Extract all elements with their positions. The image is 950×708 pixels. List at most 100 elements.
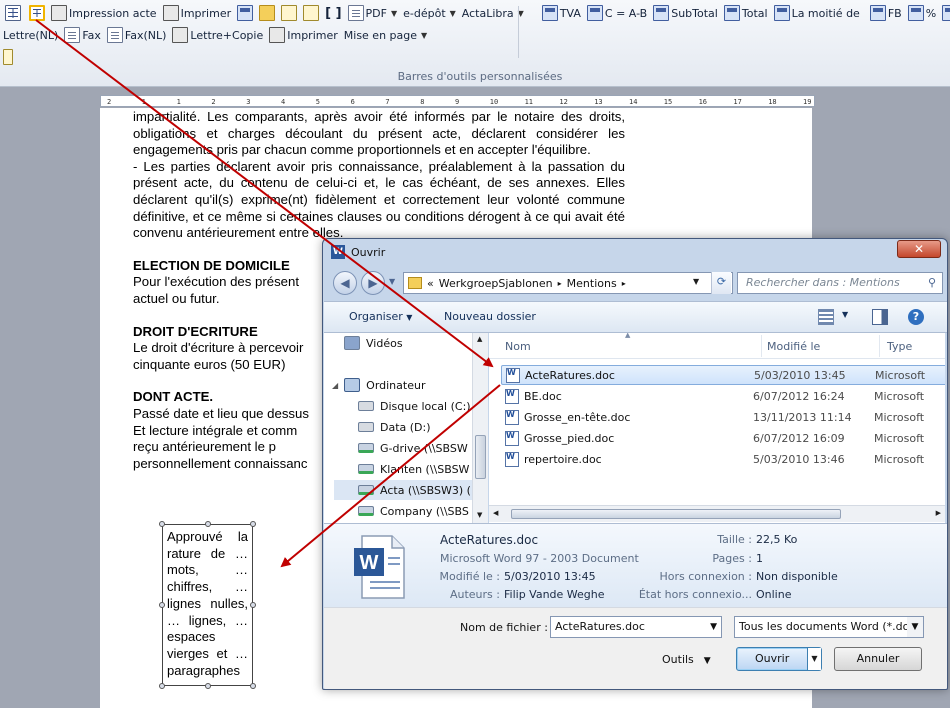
tools-button[interactable]: Outils ▼ [662,653,711,666]
forward-button[interactable]: ▶ [361,271,385,295]
fax-nl-button[interactable]: Fax(NL) [104,26,170,45]
nav-item-g-drive[interactable]: G-drive (\\SBSW [358,438,468,458]
actalibra-button[interactable]: ActaLibra ▼ [459,4,527,23]
breadcrumb-overflow[interactable]: « [427,277,434,290]
impression-acte-button[interactable]: Impression acte [48,4,160,23]
column-name[interactable]: Nom [505,340,531,353]
chevron-down-icon: ▼ [421,30,428,40]
filetype-select[interactable]: Tous les documents Word (*.do ▼ [734,616,924,638]
resize-handle[interactable] [159,602,165,608]
column-modified[interactable]: Modifié le [767,340,820,353]
brackets-button[interactable]: [ ] [322,4,344,23]
calculator-icon [942,5,950,21]
expand-icon[interactable]: ◢ [332,381,338,390]
pdf-button[interactable]: PDF ▼ [345,4,401,23]
breadcrumb-mentions[interactable]: Mentions [567,277,617,290]
horizontal-scroll-thumb[interactable] [511,509,841,519]
column-separator[interactable] [879,335,880,357]
printer-icon [51,5,67,21]
nav-item-ordinateur[interactable]: ◢ Ordinateur [332,375,425,395]
column-type[interactable]: Type [887,340,912,353]
address-dropdown-icon[interactable]: ▼ [693,277,699,286]
lettre-nl-button[interactable]: Lettre(NL) [0,26,61,45]
e-depot-button[interactable]: e-dépôt ▼ [400,4,459,23]
network-drive-icon [358,485,374,495]
resize-handle[interactable] [205,521,211,527]
highlighted-view-button[interactable] [26,4,48,23]
imprimer-button[interactable]: Imprimer [160,4,235,23]
ruler-tick: 17 [733,98,742,106]
nav-item-disque-c[interactable]: Disque local (C:) [358,396,471,416]
file-row[interactable]: repertoire.doc5/03/2010 13:46Microsoft [501,449,945,469]
tva-button[interactable]: TVA [539,4,584,23]
nav-item-acta[interactable]: Acta (\\SBSW3) ( [334,480,474,500]
nav-scroll-thumb[interactable] [475,435,486,479]
resize-handle[interactable] [159,521,165,527]
breadcrumb-separator[interactable]: ▸ [558,279,562,288]
resize-handle[interactable] [250,521,256,527]
cancel-button[interactable]: Annuler [834,647,922,671]
refresh-button[interactable]: ⟳ [711,272,731,294]
breadcrumb-separator[interactable]: ▸ [622,279,626,288]
open-button[interactable]: Ouvrir ▼ [736,647,822,671]
help-icon[interactable]: ? [908,309,924,325]
chevron-down-icon[interactable]: ▼ [710,617,717,637]
history-dropdown-icon[interactable]: ▼ [389,277,395,286]
nav-item-data-d[interactable]: Data (D:) [358,417,431,437]
column-separator[interactable] [761,335,762,357]
file-row[interactable]: ActeRatures.doc5/03/2010 13:45Microsoft [501,365,945,385]
open-options-dropdown[interactable]: ▼ [807,648,821,670]
search-input[interactable]: Rechercher dans : Mentions ⚲ [737,272,943,294]
moitie-button[interactable]: La moitié de [771,4,863,23]
percent-button[interactable]: % [905,4,939,23]
lettre-copie-button[interactable]: Lettre+Copie [169,26,266,45]
scroll-down-icon[interactable]: ▼ [477,511,482,519]
dialog-titlebar[interactable]: W Ouvrir ✕ [323,239,947,265]
imprimer-2-button[interactable]: Imprimer [266,26,341,45]
scroll-left-icon[interactable]: ◀ [493,509,498,517]
breadcrumb[interactable]: « WerkgroepSjablonen ▸ Mentions ▸ [403,272,733,294]
c-ab-button[interactable]: C = A-B [584,4,650,23]
view-options-icon[interactable] [818,309,834,325]
file-row[interactable]: Grosse_en-tête.doc13/11/2013 11:14Micros… [501,407,945,427]
doc-view-button[interactable] [2,4,24,23]
pen-button[interactable] [300,4,322,23]
fax-button[interactable]: Fax [61,26,104,45]
chevron-down-icon[interactable]: ▼ [842,310,848,319]
resize-handle[interactable] [250,602,256,608]
back-button[interactable]: ◀ [333,271,357,295]
file-list-scrollbar[interactable]: ◀ ▶ [489,505,945,522]
nav-item-company[interactable]: Company (\\SBS [358,501,469,521]
approval-text-box[interactable]: Approuvé la rature de … mots, … chiffres… [162,524,253,686]
marker-button[interactable] [278,4,300,23]
fb-button[interactable]: FB [867,4,905,23]
mise-en-page-button[interactable]: Mise en page ▼ [341,26,430,45]
network-button[interactable] [234,4,256,23]
detail-size-label: Taille : [717,533,752,546]
scroll-up-icon[interactable]: ▲ [477,335,482,343]
open-folder-button[interactable] [256,4,278,23]
filename-input[interactable]: ActeRatures.doc ▼ [550,616,722,638]
total-button[interactable]: Total [721,4,771,23]
organiser-button[interactable]: Organiser ▼ [349,310,412,323]
printer-icon [269,27,286,43]
fr-button[interactable]: Fr [939,4,950,23]
resize-handle[interactable] [159,683,165,689]
ruler[interactable]: 2 1 1 2 3 4 5 6 7 8 9 10 11 12 13 14 15 16 17 18 19 [100,95,815,107]
breadcrumb-werkgroep[interactable]: WerkgroepSjablonen [439,277,553,290]
file-row[interactable]: Grosse_pied.doc6/07/2012 16:09Microsoft [501,428,945,448]
extra-tool-button[interactable] [0,48,16,67]
nav-item-klanten[interactable]: Klanten (\\SBSW [358,459,469,479]
resize-handle[interactable] [205,683,211,689]
scroll-right-icon[interactable]: ▶ [936,509,941,517]
subtotal-button[interactable]: SubTotal [650,4,721,23]
file-row[interactable]: BE.doc6/07/2012 16:24Microsoft [501,386,945,406]
close-button[interactable]: ✕ [897,240,941,258]
detail-pages-value: 1 [756,552,763,565]
preview-pane-icon[interactable] [872,309,888,325]
chevron-down-icon[interactable]: ▼ [907,617,923,637]
new-folder-button[interactable]: Nouveau dossier [444,310,536,323]
nav-item-videos[interactable]: Vidéos [344,333,403,353]
resize-handle[interactable] [250,683,256,689]
nav-scrollbar[interactable]: ▲ ▼ [472,333,488,523]
